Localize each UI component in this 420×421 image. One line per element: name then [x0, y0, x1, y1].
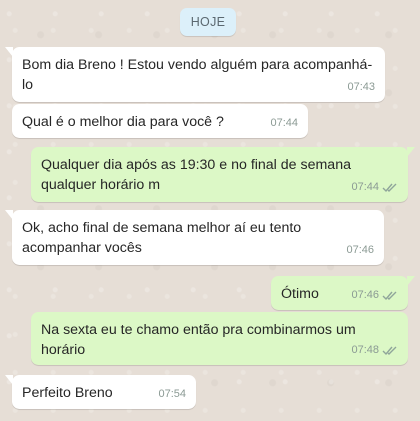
- message-text: Bom dia Breno ! Estou vendo alguém para …: [22, 57, 373, 93]
- message-text: Qual é o melhor dia para você ?: [22, 114, 224, 130]
- message-meta: 07:44: [270, 113, 298, 133]
- message-bubble-incoming[interactable]: Ok, acho final de semana melhor aí eu te…: [5, 210, 384, 265]
- message-bubble-outgoing[interactable]: Qualquer dia após as 19:30 e no final de…: [31, 147, 415, 202]
- message-time: 07:43: [347, 81, 375, 93]
- message-time: 07:46: [346, 244, 374, 256]
- double-check-icon: [382, 346, 397, 355]
- message-bubble-incoming[interactable]: Qual é o melhor dia para você ? 07:44: [12, 104, 308, 138]
- message-bubble-outgoing[interactable]: Ótimo 07:46: [271, 276, 415, 310]
- message-meta: 07:44: [351, 177, 398, 197]
- message-bubble-incoming[interactable]: Bom dia Breno ! Estou vendo alguém para …: [5, 47, 385, 102]
- message-time: 07:46: [351, 289, 379, 301]
- message-meta: 07:46: [351, 285, 398, 305]
- message-bubble-outgoing[interactable]: Na sexta eu te chamo então pra combinarm…: [31, 312, 408, 365]
- message-meta: 07:43: [347, 77, 375, 97]
- message-text: Na sexta eu te chamo então pra combinarm…: [41, 322, 356, 358]
- message-meta: 07:48: [351, 340, 398, 360]
- message-time: 07:48: [351, 344, 379, 356]
- message-meta: 07:46: [346, 240, 374, 260]
- message-time: 07:54: [158, 388, 186, 400]
- date-badge: HOJE: [180, 8, 236, 36]
- message-time: 07:44: [270, 117, 298, 129]
- double-check-icon: [382, 291, 397, 300]
- message-meta: 07:54: [158, 384, 186, 404]
- message-bubble-incoming[interactable]: Perfeito Breno 07:54: [5, 375, 196, 409]
- message-time: 07:44: [351, 181, 379, 193]
- message-text: Qualquer dia após as 19:30 e no final de…: [41, 157, 351, 193]
- message-text: Ok, acho final de semana melhor aí eu te…: [22, 220, 302, 256]
- double-check-icon: [382, 183, 397, 192]
